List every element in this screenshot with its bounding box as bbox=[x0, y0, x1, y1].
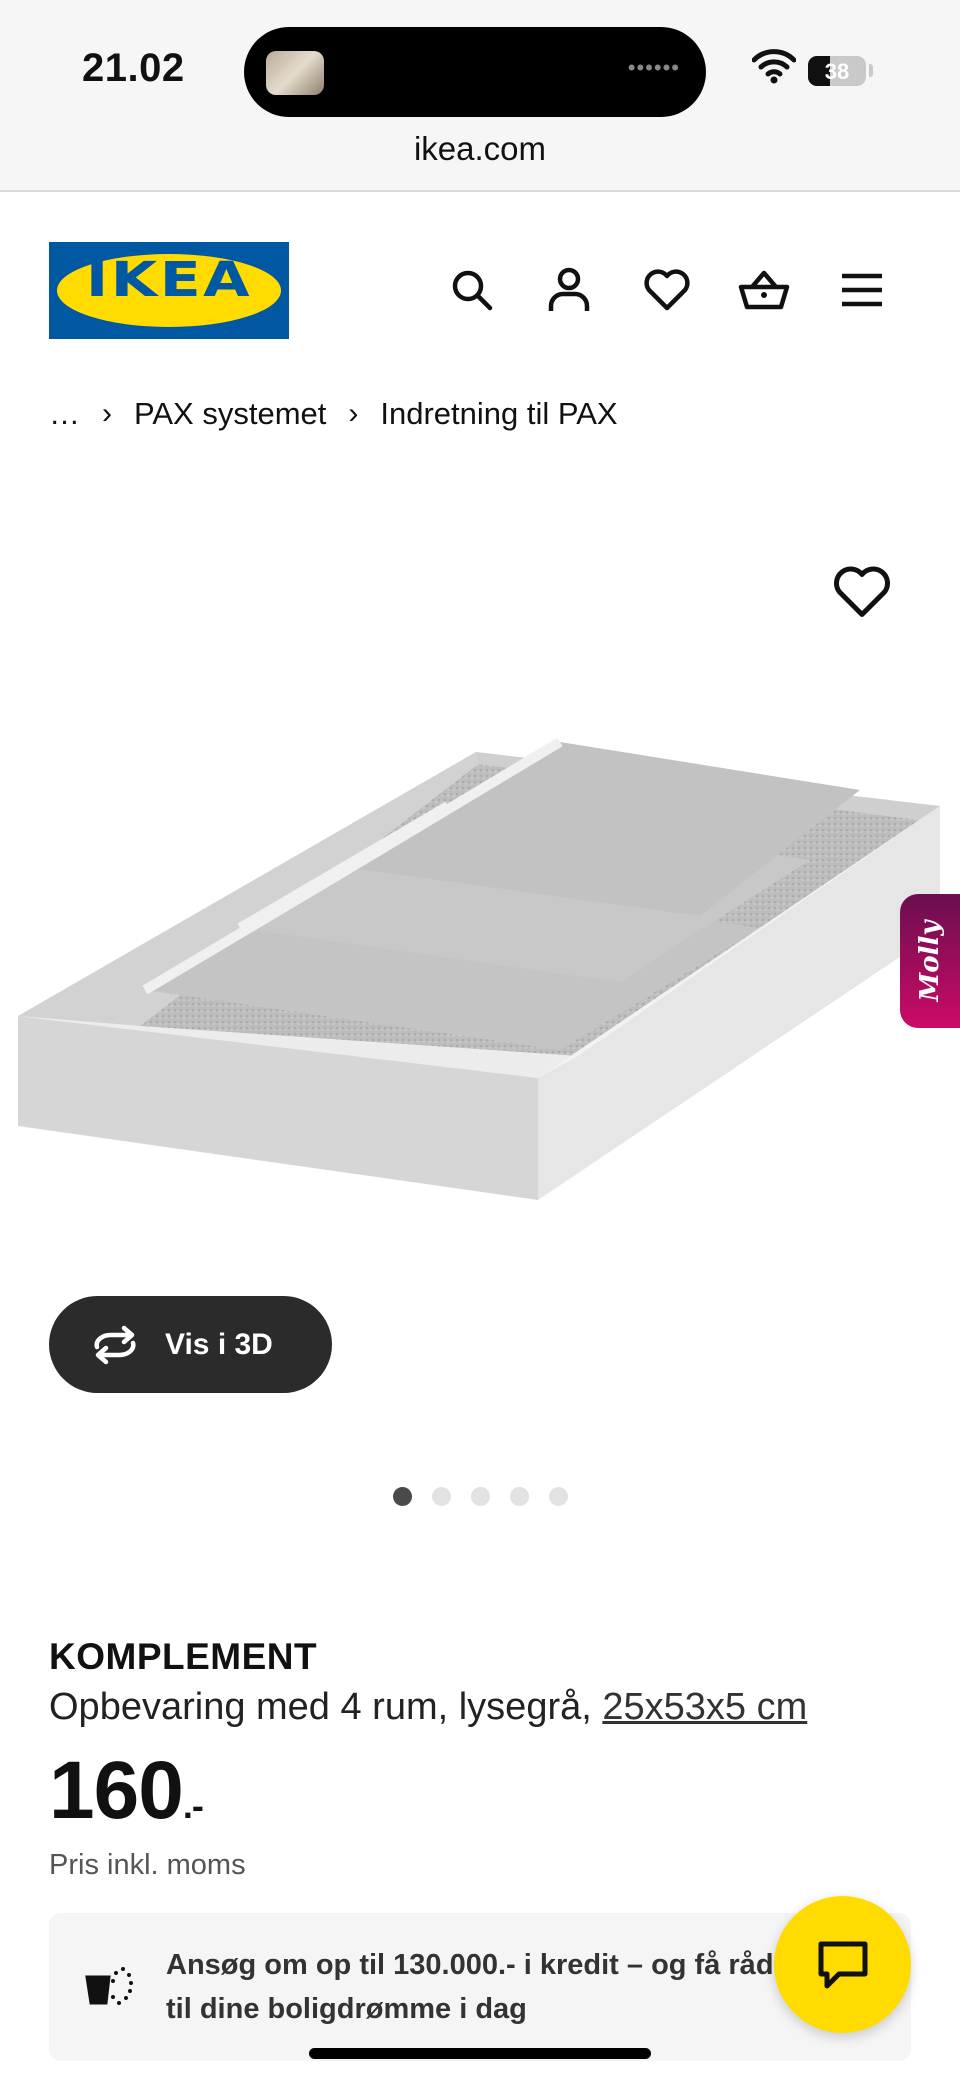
wifi-icon bbox=[752, 49, 796, 84]
view-in-3d-button[interactable]: Vis i 3D bbox=[49, 1296, 332, 1393]
address-bar[interactable]: ikea.com bbox=[0, 130, 960, 168]
product-size-link[interactable]: 25x53x5 cm bbox=[602, 1686, 807, 1728]
product-name: KOMPLEMENT bbox=[49, 1636, 318, 1677]
battery-level: 38 bbox=[824, 59, 850, 84]
battery-icon: 38 bbox=[808, 56, 866, 86]
carousel-dot[interactable] bbox=[549, 1487, 568, 1506]
menu-icon[interactable] bbox=[832, 260, 892, 320]
island-dots: •••••• bbox=[627, 55, 680, 80]
product-description: Opbevaring med 4 rum, lysegrå, 25x53x5 c… bbox=[49, 1686, 807, 1729]
home-indicator[interactable] bbox=[309, 2048, 651, 2059]
molly-assistant-tab[interactable]: Molly bbox=[900, 894, 960, 1028]
product-price: 160.- bbox=[49, 1744, 204, 1838]
credit-icon bbox=[85, 1967, 133, 2005]
price-suffix: .- bbox=[182, 1785, 204, 1826]
product-description-text: Opbevaring med 4 rum, lysegrå, bbox=[49, 1686, 603, 1728]
breadcrumb-indretning[interactable]: Indretning til PAX bbox=[380, 396, 617, 432]
carousel-dot[interactable] bbox=[432, 1487, 451, 1506]
add-to-favourites-icon[interactable] bbox=[832, 564, 892, 624]
breadcrumb-separator: › bbox=[102, 397, 112, 430]
heart-icon[interactable] bbox=[637, 260, 697, 320]
credit-banner-text: Ansøg om op til 130.000.- i kredit – og … bbox=[166, 1949, 774, 2025]
logo-text: IKEA bbox=[85, 252, 253, 308]
search-icon[interactable] bbox=[442, 260, 502, 320]
battery-tip bbox=[869, 64, 873, 77]
breadcrumb-ellipsis[interactable]: … bbox=[49, 396, 80, 432]
carousel-dot[interactable] bbox=[510, 1487, 529, 1506]
breadcrumb-pax-systemet[interactable]: PAX systemet bbox=[134, 396, 326, 432]
status-time: 21.02 bbox=[82, 46, 185, 90]
breadcrumb-separator: › bbox=[348, 397, 359, 430]
basket-icon[interactable] bbox=[734, 260, 794, 320]
chat-button[interactable] bbox=[774, 1896, 911, 2033]
rotate-3d-icon bbox=[94, 1325, 136, 1364]
account-icon[interactable] bbox=[539, 260, 599, 320]
breadcrumb: … › PAX systemet › Indretning til PAX bbox=[49, 396, 618, 432]
status-bar: 21.02 •••••• 38 ikea.com bbox=[0, 0, 960, 192]
ikea-logo[interactable]: IKEA ® bbox=[49, 242, 289, 339]
view-in-3d-label: Vis i 3D bbox=[165, 1327, 273, 1361]
molly-label: Molly bbox=[915, 920, 945, 1002]
product-image[interactable] bbox=[0, 720, 960, 1240]
carousel-dot[interactable] bbox=[471, 1487, 490, 1506]
dynamic-island[interactable]: •••••• bbox=[244, 27, 706, 117]
logo-registered: ® bbox=[271, 266, 279, 277]
image-carousel-pagination bbox=[393, 1487, 568, 1506]
price-note: Pris inkl. moms bbox=[49, 1849, 246, 1881]
chat-icon bbox=[818, 1941, 867, 1988]
media-thumbnail bbox=[266, 51, 324, 95]
price-value: 160 bbox=[49, 1745, 184, 1836]
carousel-dot[interactable] bbox=[393, 1487, 412, 1506]
